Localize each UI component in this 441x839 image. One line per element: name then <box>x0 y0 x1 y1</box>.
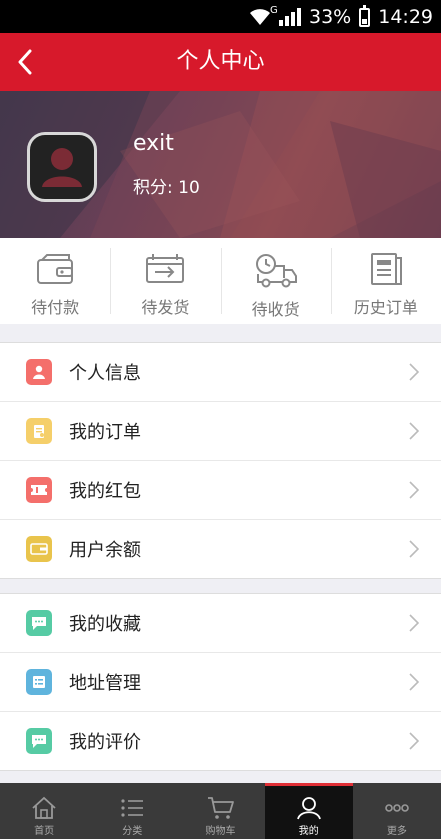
person-info-icon <box>26 359 52 385</box>
battery-percent: 33% <box>309 6 352 28</box>
chevron-right-icon <box>409 363 419 381</box>
order-pending-shipment[interactable]: 待发货 <box>110 238 220 324</box>
tab-mine[interactable]: 我的 <box>264 783 354 839</box>
menu-item-label: 用户余额 <box>69 540 141 561</box>
menu-item-favorites[interactable]: 我的收藏 <box>0 594 441 652</box>
chevron-right-icon <box>409 422 419 440</box>
menu-group-activity: 我的收藏 地址管理 我的评价 <box>0 593 441 771</box>
tab-label: 分类 <box>122 826 143 837</box>
order-label: 待收货 <box>251 300 300 319</box>
menu-item-my-orders[interactable]: 我的订单 <box>0 401 441 460</box>
tab-label: 首页 <box>34 826 55 837</box>
menu-item-personal-info[interactable]: 个人信息 <box>0 343 441 401</box>
tab-label: 购物车 <box>205 826 236 837</box>
category-list-icon <box>121 799 144 817</box>
chevron-right-icon <box>409 481 419 499</box>
clock: 14:29 <box>378 6 433 28</box>
battery-icon <box>359 4 371 27</box>
menu-item-label: 我的收藏 <box>69 614 141 635</box>
order-pending-payment[interactable]: 待付款 <box>0 238 110 324</box>
tab-more[interactable]: 更多 <box>353 783 441 839</box>
avatar-user-icon <box>42 148 82 187</box>
menu-item-label: 我的订单 <box>69 422 141 443</box>
order-label: 待付款 <box>31 298 80 317</box>
ticket-icon <box>26 477 52 503</box>
menu-item-label: 我的红包 <box>69 481 141 502</box>
status-bar: G 33% 14:29 <box>0 0 441 33</box>
menu-item-label: 地址管理 <box>69 673 141 694</box>
bottom-tab-bar: 首页 分类 购物车 我的 更多 <box>0 783 441 839</box>
username: exit <box>133 131 174 156</box>
menu-item-balance[interactable]: 用户余额 <box>0 519 441 578</box>
chat-bubble-icon <box>26 610 52 636</box>
tab-label: 我的 <box>298 826 319 837</box>
points: 积分: 10 <box>133 178 200 198</box>
profile-header: exit 积分: 10 <box>0 91 441 238</box>
title-bar: 个人中心 <box>0 33 441 91</box>
wallet-icon <box>37 254 74 284</box>
tab-home[interactable]: 首页 <box>0 783 88 839</box>
chevron-right-icon <box>409 673 419 691</box>
user-icon <box>296 797 321 820</box>
tab-cart[interactable]: 购物车 <box>176 783 264 839</box>
order-label: 历史订单 <box>353 298 418 317</box>
wallet-card-icon <box>26 536 52 562</box>
tab-category[interactable]: 分类 <box>88 783 176 839</box>
order-clipboard-icon <box>26 418 52 444</box>
avatar[interactable] <box>27 132 97 202</box>
order-history[interactable]: 历史订单 <box>330 238 441 324</box>
chevron-right-icon <box>409 540 419 558</box>
cart-icon <box>207 797 234 819</box>
address-list-icon <box>26 669 52 695</box>
order-pending-receipt[interactable]: 待收货 <box>220 238 331 324</box>
more-dots-icon <box>385 804 409 812</box>
home-icon <box>32 796 56 819</box>
menu-item-address[interactable]: 地址管理 <box>0 652 441 711</box>
menu-item-label: 个人信息 <box>69 363 141 384</box>
delivery-truck-icon <box>255 254 297 288</box>
wifi-icon <box>250 9 270 25</box>
chevron-right-icon <box>409 732 419 750</box>
menu-item-red-packets[interactable]: 我的红包 <box>0 460 441 519</box>
menu-item-reviews[interactable]: 我的评价 <box>0 711 441 770</box>
signal-icon: G <box>270 5 301 26</box>
tab-label: 更多 <box>386 826 407 837</box>
comment-icon <box>26 728 52 754</box>
chevron-right-icon <box>409 614 419 632</box>
box-icon <box>146 254 185 283</box>
order-shortcuts: 待付款 待发货 待收货 历史订单 <box>0 238 441 324</box>
order-label: 待发货 <box>141 298 190 317</box>
history-document-icon <box>370 253 402 285</box>
menu-group-account: 个人信息 我的订单 我的红包 用户余额 <box>0 342 441 579</box>
network-type: G <box>270 5 278 16</box>
menu-item-label: 我的评价 <box>69 732 141 753</box>
page-title: 个人中心 <box>176 49 265 74</box>
